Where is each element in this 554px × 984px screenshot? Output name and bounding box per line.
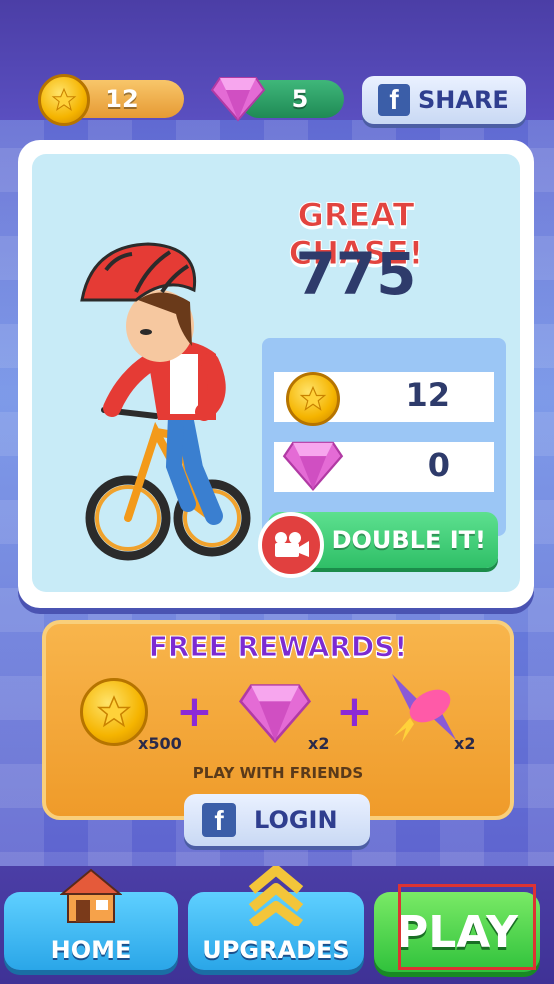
gems-earned-value: 0	[427, 446, 450, 484]
free-rewards-title: FREE REWARDS!	[148, 630, 408, 664]
gem-count: 5	[291, 85, 309, 113]
plus-sign: +	[176, 686, 213, 737]
gem-icon	[210, 77, 266, 122]
share-button[interactable]: f SHARE	[362, 76, 526, 124]
gem-icon	[282, 441, 344, 492]
plus-sign: +	[336, 686, 373, 737]
share-label: SHARE	[418, 86, 509, 114]
gem-icon	[238, 684, 312, 744]
gem-multiplier: x2	[308, 734, 330, 753]
final-score: 775	[295, 240, 417, 308]
earned-rewards-panel	[262, 338, 506, 536]
highlight-box	[398, 884, 536, 970]
facebook-icon: f	[378, 84, 410, 116]
double-it-label: DOUBLE IT!	[331, 526, 486, 554]
play-with-friends-text: PLAY WITH FRIENDS	[192, 764, 364, 782]
coin-icon	[286, 372, 340, 426]
house-icon	[60, 868, 122, 923]
coins-earned-value: 12	[405, 376, 450, 414]
coin-icon	[38, 74, 90, 126]
coin-count: 12	[105, 85, 139, 113]
rocket-multiplier: x2	[454, 734, 476, 753]
video-camera-icon	[258, 512, 324, 578]
login-label: LOGIN	[254, 806, 338, 834]
upgrade-chevrons-icon	[248, 866, 304, 926]
rocket-boost-icon	[392, 674, 456, 742]
upgrades-label: UPGRADES	[202, 936, 350, 964]
facebook-login-button[interactable]: f LOGIN	[184, 794, 370, 846]
facebook-icon: f	[202, 803, 236, 837]
home-label: HOME	[50, 936, 132, 964]
